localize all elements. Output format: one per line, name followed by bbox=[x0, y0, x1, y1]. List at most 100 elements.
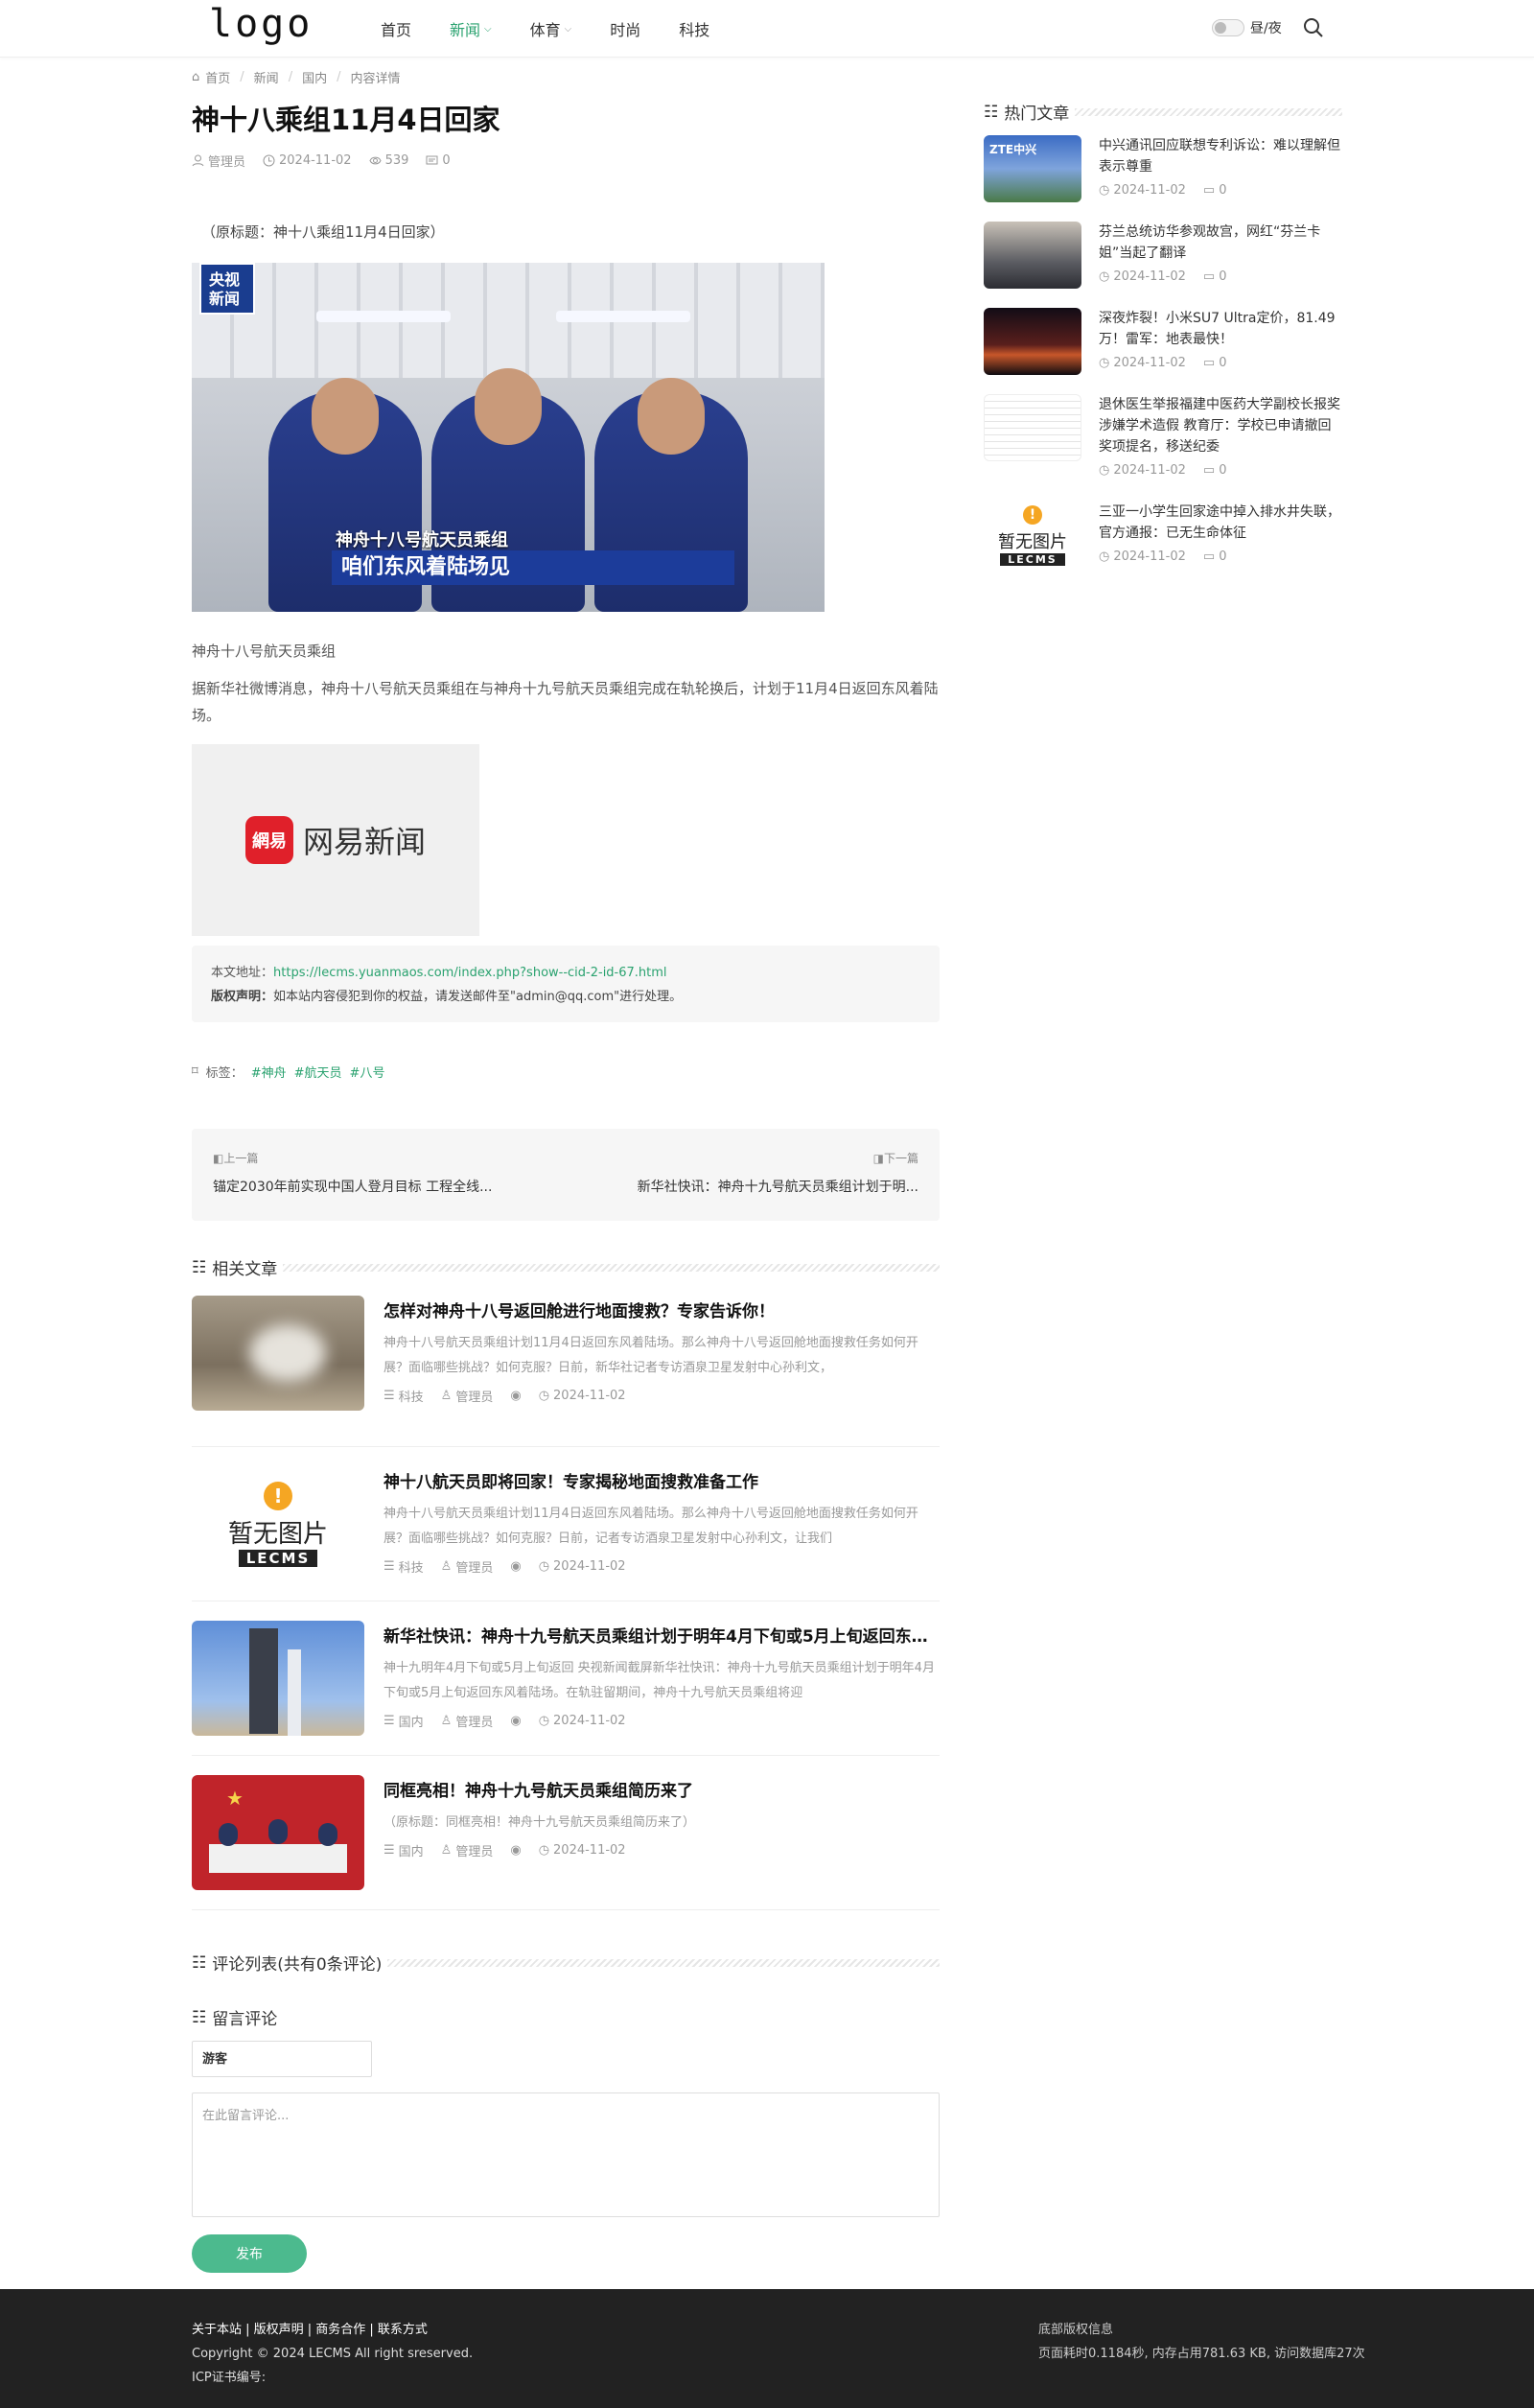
eye-icon bbox=[369, 156, 382, 165]
main-nav: 首页 新闻 ⌵ 体育 ⌵ 时尚 科技 bbox=[381, 0, 748, 58]
footer-copyright: Copyright © 2024 LECMS All right sreserv… bbox=[192, 2347, 474, 2361]
netease-logo-icon: 網易 bbox=[244, 816, 293, 864]
nav-label: 首页 bbox=[381, 21, 412, 39]
eye-icon: ◉ bbox=[510, 1714, 522, 1728]
footer-links[interactable]: 关于本站 | 版权声明 | 商务合作 | 联系方式 bbox=[192, 2318, 473, 2342]
comment-icon: ▭ 0 bbox=[1202, 183, 1227, 198]
hot-title[interactable]: 退休医生举报福建中医药大学副校长报奖涉嫌学术造假 教育厅：学校已申请撤回奖项提名… bbox=[1099, 394, 1342, 457]
hot-heading: ☷ 热门文章 bbox=[984, 100, 1342, 124]
list-item[interactable]: 芬兰总统访华参观故宫，网红“芬兰卡姐”当起了翻译 ◷ 2024-11-02 ▭ 0 bbox=[984, 222, 1342, 308]
category-icon: ☰ 国内 bbox=[384, 1843, 424, 1859]
eye-icon: ◉ bbox=[510, 1559, 522, 1574]
related-desc: 神十九明年4月下旬或5月上旬返回 央视新闻截屏新华社快讯：神舟十九号航天员乘组计… bbox=[384, 1661, 935, 1700]
related-thumb-2[interactable]: ! 暂无图片 LECMS bbox=[192, 1466, 364, 1581]
nav-item-fashion[interactable]: 时尚 bbox=[610, 17, 640, 40]
image-caption: 神舟十八号航天员乘组 bbox=[192, 643, 337, 660]
comment-icon: ▭ 0 bbox=[1202, 463, 1227, 478]
author-name[interactable]: 管理员 bbox=[208, 152, 245, 170]
nav-item-tech[interactable]: 科技 bbox=[679, 17, 709, 40]
submit-button[interactable]: 发布 bbox=[192, 2234, 307, 2273]
home-icon: ⌂ bbox=[192, 69, 200, 84]
list-item[interactable]: ★ 同框亮相！神舟十九号航天员乘组简历来了 （原标题：同框亮相！神舟十九号航天员… bbox=[192, 1756, 940, 1910]
breadcrumb-domestic[interactable]: 国内 bbox=[302, 68, 327, 86]
theme-label: 昼/夜 bbox=[1250, 21, 1282, 36]
list-icon: ☷ bbox=[984, 102, 999, 122]
hot-thumb-1[interactable]: ZTE中兴 bbox=[984, 135, 1081, 202]
tag-link[interactable]: #航天员 bbox=[294, 1063, 342, 1081]
warning-icon: ! bbox=[264, 1481, 292, 1510]
copyright-text: 如本站内容侵犯到你的权益，请发送邮件至"admin@qq.com"进行处理。 bbox=[273, 990, 683, 1004]
related-title[interactable]: 新华社快讯：神舟十九号航天员乘组计划于明年4月下旬或5月上旬返回东风着陆场 bbox=[384, 1623, 940, 1647]
hot-thumb-2[interactable] bbox=[984, 222, 1081, 289]
next-article-link[interactable]: 新华社快讯：神舟十九号航天员乘组计划于明... bbox=[602, 1177, 918, 1196]
name-input[interactable]: 游客 bbox=[192, 2041, 372, 2077]
next-label: ◨下一篇 bbox=[872, 1152, 918, 1165]
footer: 关于本站 | 版权声明 | 商务合作 | 联系方式 Copyright © 20… bbox=[0, 2289, 1534, 2408]
nav-item-sports[interactable]: 体育 ⌵ bbox=[530, 17, 572, 40]
nav-label: 科技 bbox=[679, 21, 710, 39]
related-title[interactable]: 神十八航天员即将回家！专家揭秘地面搜救准备工作 bbox=[384, 1468, 940, 1492]
user-icon: ♙ 管理员 bbox=[440, 1714, 494, 1730]
hot-title[interactable]: 中兴通讯回应联想专利诉讼：难以理解但表示尊重 bbox=[1099, 135, 1342, 177]
tag-link[interactable]: #八号 bbox=[350, 1063, 385, 1081]
address-label: 本文地址： bbox=[211, 966, 274, 980]
breadcrumb-news[interactable]: 新闻 bbox=[254, 68, 279, 86]
list-item[interactable]: ZTE中兴 中兴通讯回应联想专利诉讼：难以理解但表示尊重 ◷ 2024-11-0… bbox=[984, 135, 1342, 222]
hot-thumb-4[interactable] bbox=[984, 394, 1081, 461]
related-thumb-1[interactable] bbox=[192, 1296, 364, 1411]
netease-text: 网易新闻 bbox=[302, 824, 426, 860]
chevron-down-icon: ⌵ bbox=[564, 23, 572, 35]
user-icon: ♙ 管理员 bbox=[440, 1559, 494, 1576]
comment-icon: ▭ 0 bbox=[1202, 549, 1227, 564]
related-heading: ☷ 相关文章 bbox=[192, 1255, 940, 1279]
footer-right-title: 底部版权信息 bbox=[1038, 2323, 1114, 2337]
tag-icon: ⌑ bbox=[192, 1064, 198, 1079]
breadcrumb-home[interactable]: 首页 bbox=[205, 68, 230, 86]
eye-icon: ◉ bbox=[510, 1389, 522, 1403]
hero-caption-small: 神舟十八号航天员乘组 bbox=[336, 530, 508, 550]
related-title[interactable]: 同框亮相！神舟十九号航天员乘组简历来了 bbox=[384, 1777, 940, 1801]
list-icon: ☷ bbox=[192, 1257, 207, 1277]
comment-textarea[interactable]: 在此留言评论... bbox=[192, 2092, 940, 2217]
list-item[interactable]: 新华社快讯：神舟十九号航天员乘组计划于明年4月下旬或5月上旬返回东风着陆场 神十… bbox=[192, 1601, 940, 1756]
related-desc: 神舟十八号航天员乘组计划11月4日返回东风着陆场。那么神舟十八号返回舱地面搜救任… bbox=[384, 1507, 918, 1546]
hot-title[interactable]: 深夜炸裂！小米SU7 Ultra定价，81.49万！雷军：地表最快！ bbox=[1099, 308, 1342, 350]
related-desc: 神舟十八号航天员乘组计划11月4日返回东风着陆场。那么神舟十八号返回舱地面搜救任… bbox=[384, 1336, 918, 1375]
hot-title[interactable]: 三亚一小学生回家途中掉入排水井失联，官方通报：已无生命体征 bbox=[1099, 502, 1342, 544]
list-item[interactable]: 深夜炸裂！小米SU7 Ultra定价，81.49万！雷军：地表最快！ ◷ 202… bbox=[984, 308, 1342, 394]
tag-link[interactable]: #神舟 bbox=[251, 1063, 287, 1081]
related-thumb-4[interactable]: ★ bbox=[192, 1775, 364, 1890]
article-url-link[interactable]: https://lecms.yuanmaos.com/index.php?sho… bbox=[273, 966, 667, 980]
site-logo[interactable]: logo bbox=[209, 2, 313, 46]
clock-icon: ◷ 2024-11-02 bbox=[1099, 463, 1186, 478]
prev-label: ◧上一篇 bbox=[213, 1152, 259, 1165]
related-thumb-3[interactable] bbox=[192, 1621, 364, 1736]
list-icon: ☷ bbox=[192, 2007, 207, 2027]
list-item[interactable]: 怎样对神舟十八号返回舱进行地面搜救？专家告诉你！ 神舟十八号航天员乘组计划11月… bbox=[192, 1293, 940, 1447]
hot-thumb-5[interactable]: ! 暂无图片 LECMS bbox=[984, 502, 1081, 569]
theme-toggle[interactable]: 昼/夜 bbox=[1212, 18, 1282, 37]
article-hero-image: 央视 新闻 神舟十八号航天员乘组 咱们东风着陆场见 bbox=[192, 263, 825, 612]
user-icon: ♙ 管理员 bbox=[440, 1389, 494, 1405]
hot-thumb-3[interactable] bbox=[984, 308, 1081, 375]
clock-icon: ◷ 2024-11-02 bbox=[538, 1843, 626, 1858]
prev-article-link[interactable]: 锚定2030年前实现中国人登月目标 工程全线... bbox=[213, 1177, 529, 1196]
hot-title[interactable]: 芬兰总统访华参观故宫，网红“芬兰卡姐”当起了翻译 bbox=[1099, 222, 1342, 264]
clock-icon: ◷ 2024-11-02 bbox=[1099, 549, 1186, 564]
view-count: 539 bbox=[384, 153, 409, 168]
eye-icon: ◉ bbox=[510, 1843, 522, 1858]
footer-icp: ICP证书编号: bbox=[192, 2371, 267, 2385]
related-title[interactable]: 怎样对神舟十八号返回舱进行地面搜救？专家告诉你！ bbox=[384, 1298, 940, 1321]
copyright-label: 版权声明： bbox=[211, 990, 274, 1004]
search-icon[interactable] bbox=[1301, 15, 1326, 40]
list-item[interactable]: 退休医生举报福建中医药大学副校长报奖涉嫌学术造假 教育厅：学校已申请撤回奖项提名… bbox=[984, 394, 1342, 502]
list-item[interactable]: ! 暂无图片 LECMS 三亚一小学生回家途中掉入排水井失联，官方通报：已无生命… bbox=[984, 502, 1342, 569]
toggle-switch-icon[interactable] bbox=[1212, 19, 1244, 36]
nav-item-news[interactable]: 新闻 ⌵ bbox=[450, 17, 492, 40]
clock-icon: ◷ 2024-11-02 bbox=[538, 1559, 626, 1574]
page-title: 神十八乘组11月4日回家 bbox=[192, 104, 500, 136]
list-item[interactable]: ! 暂无图片 LECMS 神十八航天员即将回家！专家揭秘地面搜救准备工作 神舟十… bbox=[192, 1447, 940, 1601]
nav-item-home[interactable]: 首页 bbox=[381, 17, 411, 40]
category-icon: ☰ 科技 bbox=[384, 1559, 424, 1576]
hero-caption-big: 咱们东风着陆场见 bbox=[332, 550, 734, 585]
